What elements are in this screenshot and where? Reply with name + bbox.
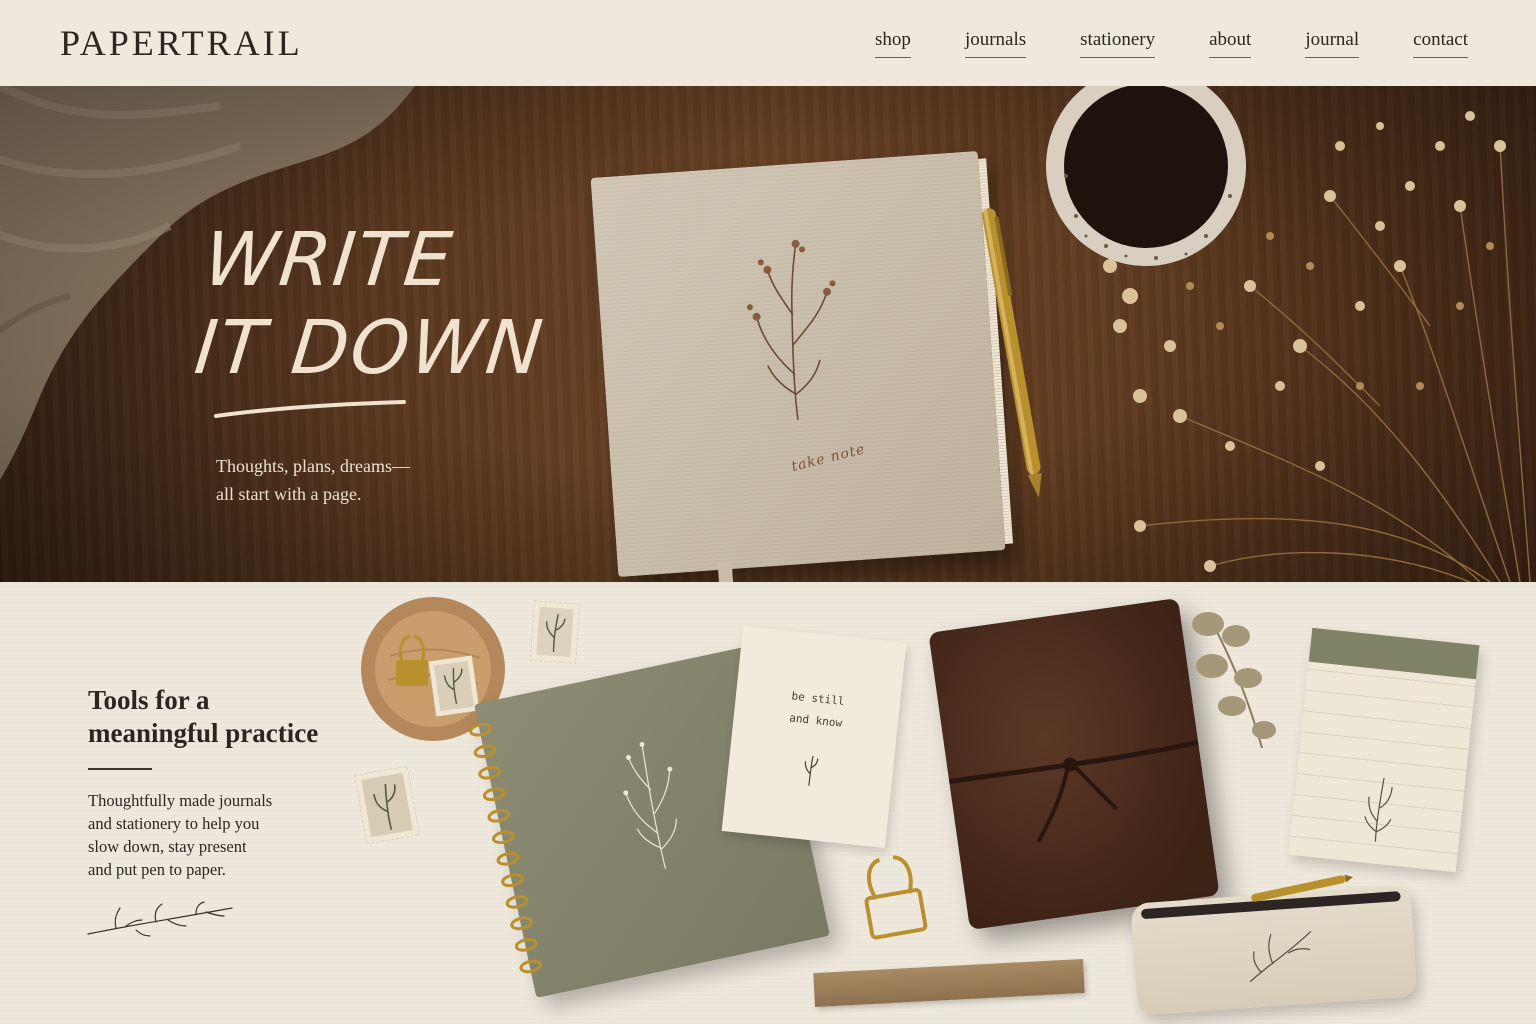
nav-link-shop[interactable]: shop [875, 29, 911, 58]
brand-logo[interactable]: PAPERTRAIL [60, 22, 303, 64]
leather-journal [928, 597, 1220, 931]
postage-stamp-icon [354, 765, 420, 845]
feature-title: Tools for a meaningful practice [88, 684, 348, 750]
floral-sprig-icon [1364, 778, 1393, 842]
feature-title-line-2: meaningful practice [88, 718, 319, 748]
hero-title-line-2: IT DOWN [190, 305, 549, 391]
nav-link-journal[interactable]: journal [1305, 29, 1360, 58]
feature-body-line-4: and put pen to paper. [88, 860, 226, 879]
pen-icon [1251, 874, 1354, 902]
pen-icon [982, 208, 1042, 498]
floral-sprig-icon [87, 901, 233, 937]
pencil-pouch [1130, 884, 1418, 1016]
feature-body-line-2: and stationery to help you [88, 814, 260, 833]
floral-sprig-icon [804, 755, 819, 786]
postage-stamp-icon [428, 655, 480, 717]
postage-stamp-icon [529, 600, 581, 664]
nav-link-contact[interactable]: contact [1413, 29, 1468, 58]
nav-link-journals[interactable]: journals [964, 29, 1027, 58]
spiral-binding [469, 722, 543, 974]
bookmark-ribbon [717, 561, 734, 582]
feature-body: Thoughtfully made journals and stationer… [88, 789, 308, 881]
quote-card-text: be still and know [733, 680, 901, 741]
hero-subtitle-line-1: Thoughts, plans, dreams— [216, 456, 410, 476]
floral-sprig-icon [746, 239, 836, 420]
hero-title-line-1: WRITE [200, 217, 458, 303]
binder-clip-icon [396, 634, 428, 686]
feature-body-line-3: slow down, stay present [88, 837, 247, 856]
feature-body-line-1: Thoughtfully made journals [88, 791, 273, 810]
main-nav: shop journals stationery about journal c… [821, 29, 1468, 58]
feature-title-line-1: Tools for a [88, 685, 210, 715]
notepad-header-band [1308, 627, 1480, 680]
nav-link-about[interactable]: about [1209, 29, 1252, 58]
floral-sprig-icon [623, 741, 677, 869]
site-header: PAPERTRAIL shop journals stationery abou… [0, 0, 1536, 86]
quote-card: be still and know [721, 625, 907, 849]
floral-sprig-icon [1249, 930, 1312, 983]
notebook-label: take note [789, 441, 868, 476]
lined-notepad [1288, 627, 1480, 873]
dried-flowers-icon [1103, 111, 1531, 582]
hero-subtitle: Thoughts, plans, dreams— all start with … [216, 452, 476, 508]
feature-section: Tools for a meaningful practice Thoughtf… [0, 582, 1536, 1024]
nav-link-stationery[interactable]: stationery [1080, 29, 1156, 58]
leather-strap [948, 740, 1199, 843]
brush-underline [214, 400, 406, 418]
feature-divider [88, 768, 152, 770]
hero-subtitle-line-2: all start with a page. [216, 484, 362, 504]
hero-banner: WRITE IT DOWN Thoughts, plans, dreams— a… [0, 86, 1536, 582]
wooden-ruler [813, 958, 1085, 1008]
hero-title: WRITE IT DOWN [191, 216, 558, 392]
binder-clip-icon [864, 855, 928, 940]
linen-notebook: take note [590, 150, 1006, 582]
leaf-icon [1192, 612, 1276, 749]
